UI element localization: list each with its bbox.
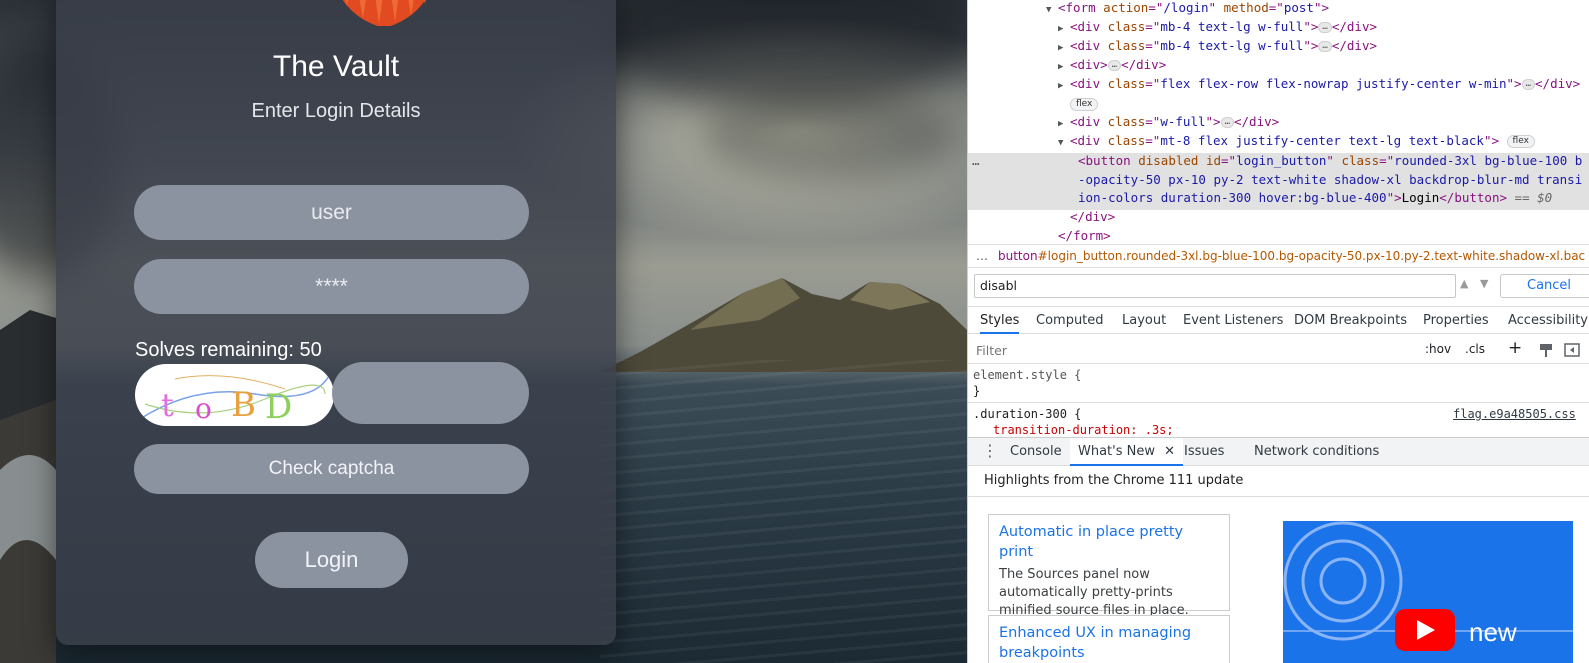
dom-node-div[interactable]: ▶ <div class="flex flex-row flex-nowrap j… <box>1058 74 1580 93</box>
ellipsis-badge[interactable]: … <box>1107 60 1122 71</box>
drawer-tab-console[interactable]: Console <box>1010 438 1062 466</box>
close-tab-icon[interactable]: ✕ <box>1164 444 1175 459</box>
dom-search-bar: disabl ▲ ▼ Cancel <box>968 270 1589 304</box>
dom-node-div-expanded[interactable]: ▼ <div class="mt-8 flex justify-center te… <box>1058 131 1535 150</box>
flex-badge-line: flex <box>1070 94 1099 113</box>
drawer-tab-network-conditions[interactable]: Network conditions <box>1254 438 1379 466</box>
whats-new-card-title[interactable]: Enhanced UX in managing breakpoints <box>999 623 1219 663</box>
rule-close-brace: } <box>973 384 981 398</box>
captcha-char: D <box>265 387 292 426</box>
tab-event-listeners[interactable]: Event Listeners <box>1183 307 1283 334</box>
breadcrumb-item[interactable]: button#login_button.rounded-3xl.bg-blue-… <box>998 245 1585 267</box>
search-next-icon[interactable]: ▼ <box>1480 277 1488 290</box>
collapse-triangle-icon[interactable]: ▼ <box>1046 1 1058 20</box>
rule-divider <box>968 402 1589 403</box>
whats-new-card-body: The Sources panel now automatically pret… <box>999 567 1189 618</box>
dom-node-div-close: </div> <box>1070 209 1116 224</box>
page-subtitle: Enter Login Details <box>251 100 421 122</box>
breadcrumb-more-icon[interactable]: … <box>976 245 988 267</box>
styles-pane: element.style { } .duration-300 { flag.e… <box>968 365 1589 435</box>
captcha-char: t <box>161 386 174 424</box>
ellipsis-badge[interactable]: … <box>1521 79 1536 90</box>
ellipsis-badge[interactable]: … <box>1318 41 1332 52</box>
tab-styles[interactable]: Styles <box>980 307 1020 334</box>
whats-new-card[interactable]: Enhanced UX in managing breakpoints <box>988 615 1230 663</box>
flex-badge[interactable]: flex <box>1506 135 1535 148</box>
tab-accessibility[interactable]: Accessibility <box>1508 307 1588 334</box>
flex-badge[interactable]: flex <box>1070 98 1099 111</box>
dom-node-button-selected[interactable]: <button disabled id="login_button" class… <box>1078 151 1582 170</box>
breadcrumb: … button#login_button.rounded-3xl.bg-blu… <box>968 244 1589 268</box>
dom-node-div[interactable]: ▶ <div>… </div> <box>1058 55 1166 74</box>
video-graphic <box>1283 521 1573 651</box>
dom-tree: ▼ <form action="/login" method="post"> ▶ <… <box>968 0 1589 242</box>
captcha-graphic: t o B D <box>139 373 331 426</box>
styles-tabbar: Styles Computed Layout Event Listeners D… <box>968 306 1589 334</box>
ellipsis-badge[interactable]: … <box>1318 22 1332 33</box>
whats-new-card[interactable]: Automatic in place pretty print The Sour… <box>988 514 1230 618</box>
captcha-char: B <box>231 385 256 425</box>
collapse-triangle-icon[interactable]: ▼ <box>1058 134 1070 153</box>
captcha-char: o <box>195 392 212 425</box>
drawer-tab-whats-new[interactable]: What's New ✕ <box>1070 438 1184 466</box>
dom-node-button-cont: -opacity-50 px-10 py-2 text-white shadow… <box>1078 172 1583 187</box>
add-rule-icon[interactable]: + <box>1508 338 1522 358</box>
video-label: new <box>1469 617 1517 647</box>
login-card: The Vault Enter Login Details Solves rem… <box>56 0 616 645</box>
dom-node-button-cont: ion-colors duration-300 hover:bg-blue-40… <box>1078 190 1553 205</box>
rule-property[interactable]: transition-duration: .3s; <box>993 423 1174 435</box>
rule-selector[interactable]: .duration-300 { <box>973 407 1081 421</box>
expand-triangle-icon[interactable]: ▶ <box>1058 77 1070 96</box>
rule-source-link[interactable]: flag.e9a48505.css <box>1453 407 1576 421</box>
devtools-panel: ▼ <form action="/login" method="post"> ▶ <… <box>967 0 1589 663</box>
hov-toggle[interactable]: :hov <box>1425 342 1451 356</box>
captcha-answer-input[interactable] <box>332 362 529 424</box>
dom-node-form-close: </form> <box>1058 228 1111 242</box>
password-input[interactable] <box>134 259 529 314</box>
login-button[interactable]: Login <box>255 532 408 588</box>
username-input[interactable] <box>134 185 529 240</box>
dom-node-div[interactable]: ▶ <div class="mb-4 text-lg w-full">… </div… <box>1058 36 1377 55</box>
page-viewport: The Vault Enter Login Details Solves rem… <box>0 0 967 663</box>
tab-dom-breakpoints[interactable]: DOM Breakpoints <box>1294 307 1407 334</box>
drawer-tabbar: ⋮ Console What's New ✕ Issues Network co… <box>968 437 1589 466</box>
search-cancel-button[interactable]: Cancel <box>1500 274 1589 298</box>
drawer-menu-icon[interactable]: ⋮ <box>982 441 998 460</box>
drawer-tab-whats-new-label: What's New <box>1078 444 1155 459</box>
whats-new-card-title[interactable]: Automatic in place pretty print <box>999 522 1219 562</box>
dom-node-div[interactable]: ▶ <div class="w-full">… </div> <box>1058 112 1279 131</box>
solves-remaining: Solves remaining: 50 <box>135 339 322 361</box>
tab-computed[interactable]: Computed <box>1036 307 1104 334</box>
toggle-sidebar-icon[interactable] <box>1564 342 1580 358</box>
ocean-waves <box>600 360 967 663</box>
captcha-image: t o B D <box>135 364 334 426</box>
tab-properties[interactable]: Properties <box>1423 307 1489 334</box>
styles-filter-input[interactable] <box>972 339 1412 361</box>
video-thumbnail[interactable]: new <box>1283 521 1573 663</box>
dom-node-form[interactable]: ▼ <form action="/login" method="post"> <box>1046 0 1329 17</box>
tab-layout[interactable]: Layout <box>1122 307 1166 334</box>
paint-brush-icon[interactable] <box>1538 342 1554 358</box>
more-actions-icon[interactable]: … <box>972 151 980 170</box>
page-title: The Vault <box>272 50 400 83</box>
drawer-tab-issues[interactable]: Issues <box>1184 438 1224 466</box>
flame-logo-icon <box>342 0 426 26</box>
ellipsis-badge[interactable]: … <box>1220 117 1234 128</box>
dom-node-div[interactable]: ▶ <div class="mb-4 text-lg w-full">… </div… <box>1058 17 1377 36</box>
cls-toggle[interactable]: .cls <box>1465 342 1485 356</box>
dom-search-input[interactable]: disabl <box>974 274 1456 298</box>
styles-filter-row: :hov .cls + <box>968 336 1589 364</box>
search-prev-icon[interactable]: ▲ <box>1460 277 1468 290</box>
element-style-rule[interactable]: element.style { <box>973 368 1081 382</box>
whats-new-heading: Highlights from the Chrome 111 update <box>968 466 1589 497</box>
check-captcha-button[interactable]: Check captcha <box>134 444 529 494</box>
